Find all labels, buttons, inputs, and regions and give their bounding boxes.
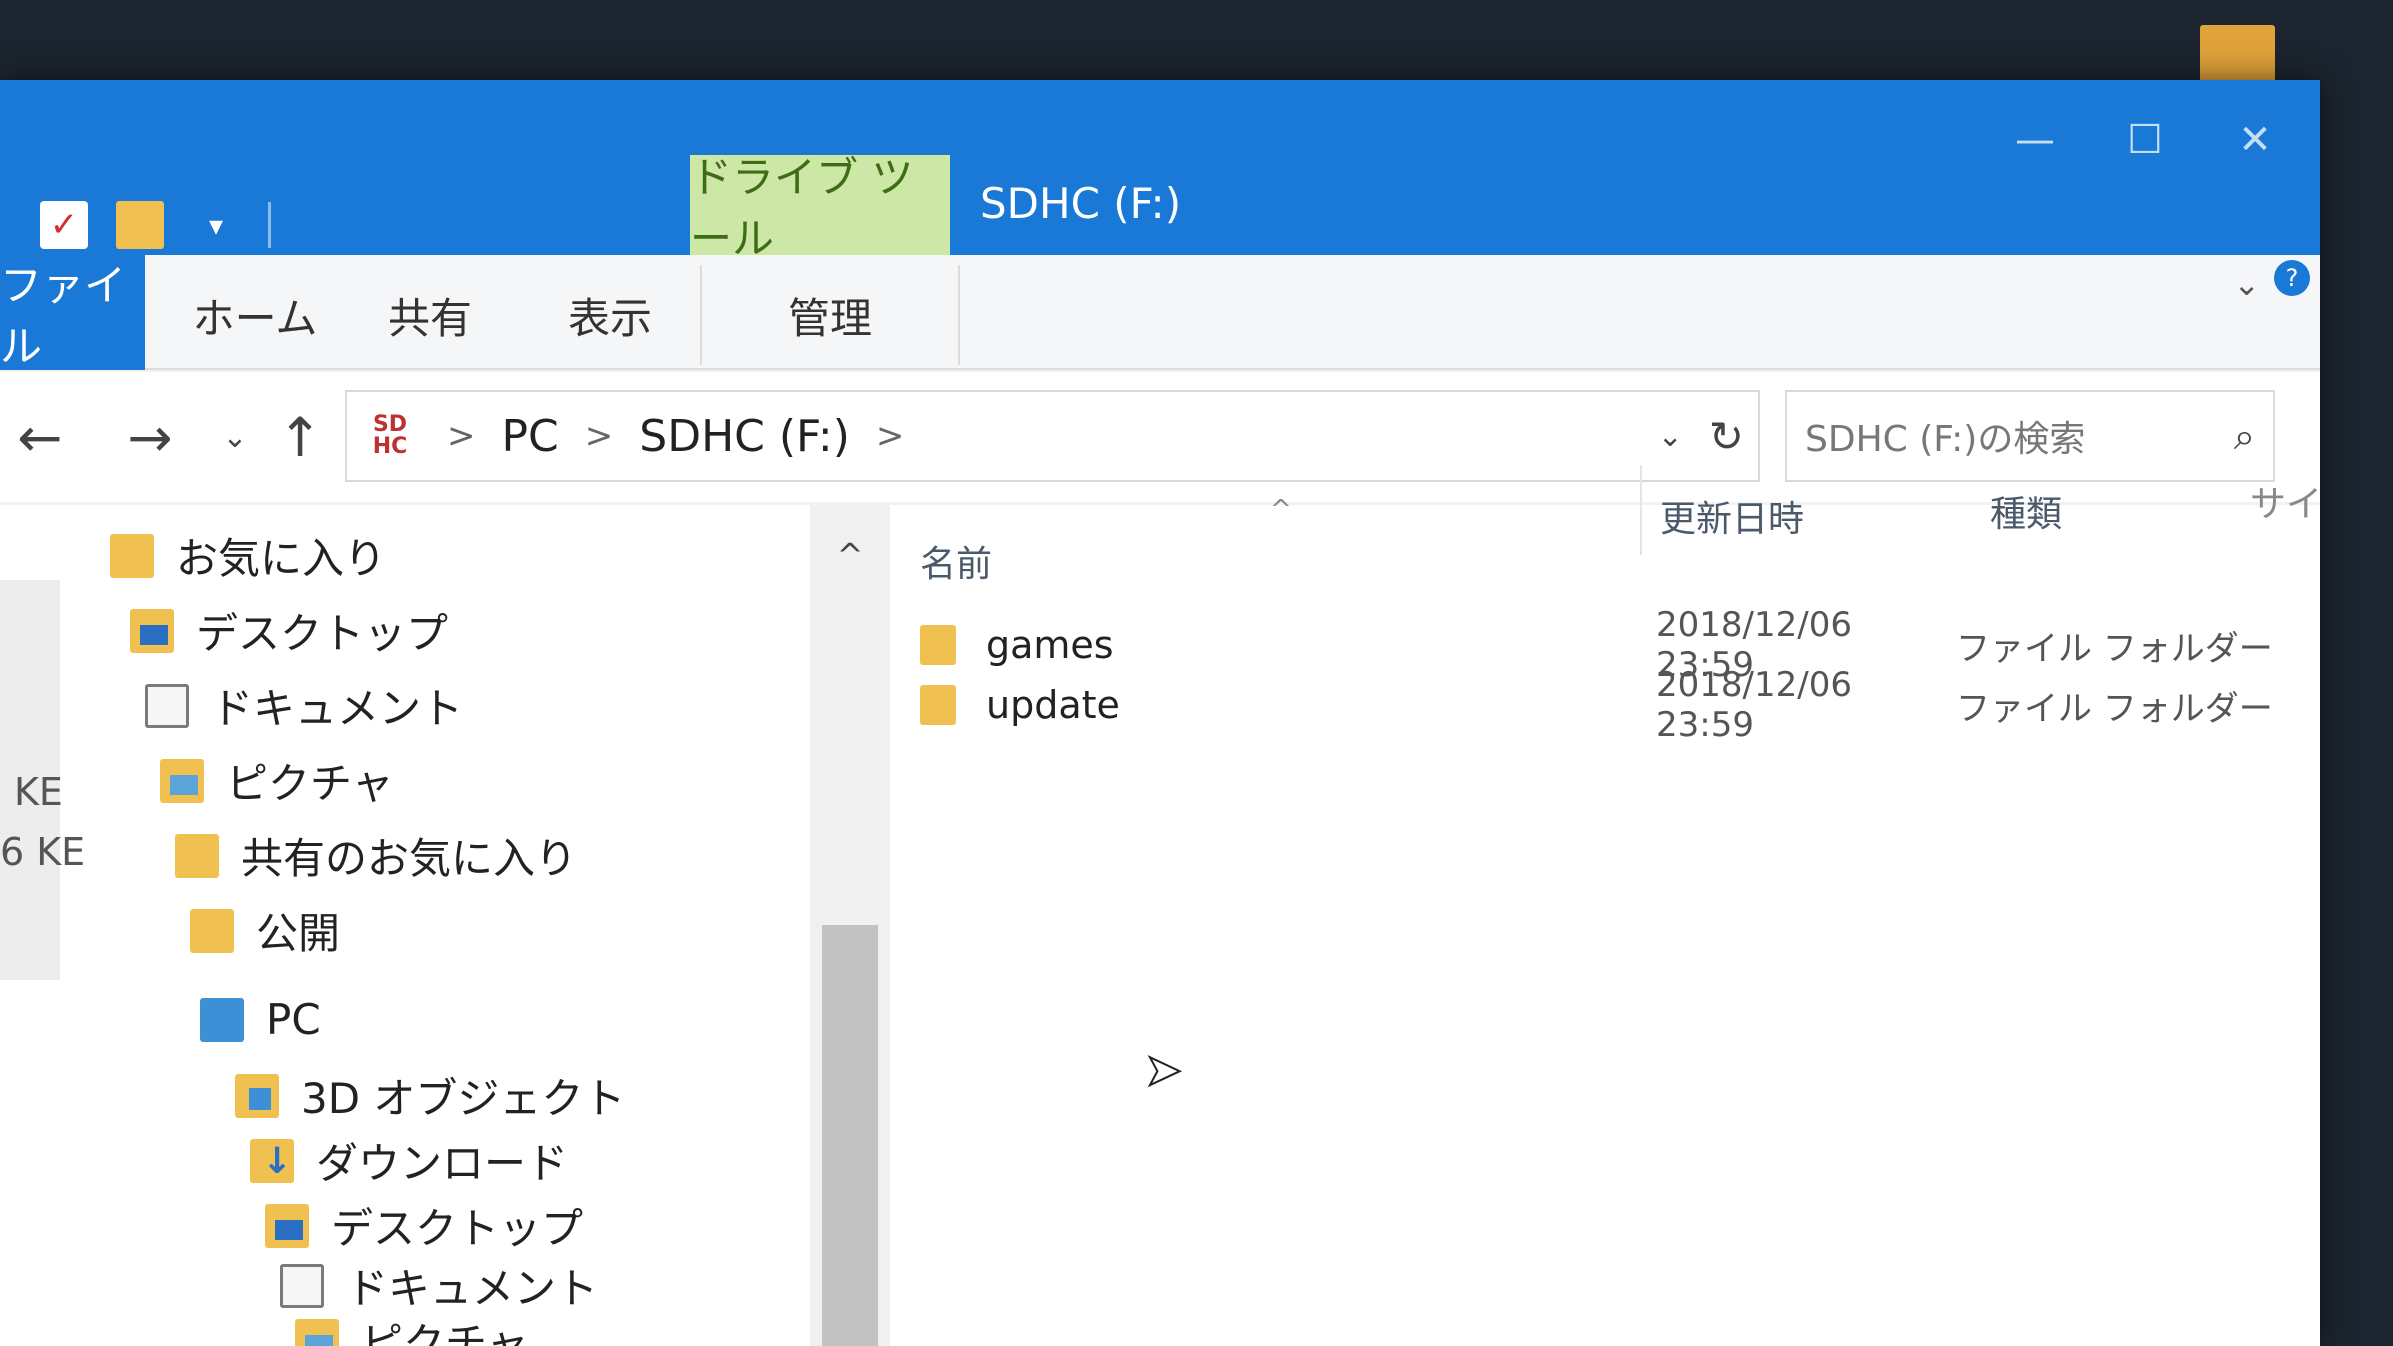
help-icon[interactable]: ? — [2274, 260, 2310, 296]
file-name: update — [986, 683, 1120, 727]
desktop-item — [2200, 25, 2275, 85]
3d-objects-icon — [235, 1073, 279, 1118]
nav-item-label: デスクトップ — [196, 609, 449, 658]
properties-icon[interactable]: ✓ — [40, 201, 88, 249]
documents-icon — [145, 683, 189, 728]
nav-item-shared-favorites[interactable]: 共有のお気に入り — [175, 825, 577, 886]
file-type: ファイル フォルダー — [1956, 628, 2273, 669]
breadcrumb-separator[interactable]: > — [447, 416, 476, 456]
breadcrumb-pc[interactable]: PC — [502, 411, 559, 462]
pc-icon — [200, 997, 244, 1042]
nav-item-label: 共有のお気に入り — [241, 834, 578, 883]
tab-manage[interactable]: 管理 — [700, 265, 960, 365]
folder-icon — [110, 533, 154, 578]
forward-button[interactable]: → — [110, 392, 190, 482]
nav-item-label: お気に入り — [176, 534, 387, 583]
refresh-icon[interactable]: ↻ — [1709, 412, 1744, 461]
file-row-update[interactable]: update 2018/12/06 23:59 ファイル フォルダー — [920, 665, 2300, 745]
nav-item-downloads[interactable]: ダウンロード — [250, 1130, 568, 1191]
file-row-games[interactable]: games 2018/12/06 23:59 ファイル フォルダー — [920, 605, 2300, 685]
column-header-name[interactable]: 名前 — [920, 535, 992, 587]
nav-item-favorites[interactable]: お気に入り — [110, 525, 386, 586]
nav-item-label: PC — [266, 995, 321, 1044]
nav-item-label: 公開 — [256, 909, 341, 958]
pictures-icon — [160, 758, 204, 803]
nav-item-desktop[interactable]: デスクトップ — [265, 1195, 583, 1256]
column-divider[interactable] — [1640, 465, 1642, 555]
expand-ribbon-icon[interactable]: ⌄ — [2233, 265, 2260, 303]
pictures-icon — [295, 1318, 339, 1346]
sd-card-icon: SD HC — [359, 405, 421, 467]
background-text: 6 KE — [0, 830, 86, 874]
tab-file[interactable]: ファイル — [0, 255, 145, 371]
navigation-pane: お気に入り デスクトップ ドキュメント ピクチャ 共有のお気に入り 公開 PC — [0, 505, 900, 1346]
file-explorer-window: ✓ ▾ ドライブ ツール SDHC (F:) — ☐ ✕ ファイル ホーム 共有… — [0, 80, 2320, 1346]
scroll-thumb[interactable] — [822, 925, 878, 1346]
address-bar[interactable]: SD HC > PC > SDHC (F:) > ⌄ ↻ — [345, 390, 1760, 482]
search-input[interactable]: SDHC (F:)の検索 ⌕ — [1785, 390, 2275, 482]
mouse-cursor-icon: ➤ — [1144, 1044, 1183, 1097]
up-button[interactable]: ↑ — [260, 392, 340, 482]
nav-item-label: ドキュメント — [346, 1264, 599, 1313]
address-dropdown-icon[interactable]: ⌄ — [1658, 419, 1683, 454]
search-icon[interactable]: ⌕ — [2234, 414, 2255, 459]
sd-card-icon-bottom-text: HC — [372, 434, 408, 459]
background-text: KE — [14, 770, 63, 814]
scroll-up-icon[interactable]: ^ — [810, 525, 890, 585]
tab-share[interactable]: 共有 — [370, 265, 490, 365]
file-name: games — [986, 623, 1114, 667]
drive-tools-tab[interactable]: ドライブ ツール — [690, 153, 950, 263]
sd-card-icon-top-text: SD — [372, 412, 408, 437]
file-date: 2018/12/06 23:59 — [1656, 665, 1852, 745]
documents-icon — [280, 1263, 324, 1308]
nav-item-label: ピクチャ — [361, 1319, 529, 1346]
folder-icon — [175, 833, 219, 878]
search-placeholder: SDHC (F:)の検索 — [1805, 419, 2086, 460]
nav-item-label: ドキュメント — [211, 684, 464, 733]
nav-scrollbar[interactable]: ^ — [810, 505, 890, 1346]
title-bar: ✓ ▾ ドライブ ツール SDHC (F:) — ☐ ✕ — [0, 80, 2320, 263]
breadcrumb-separator[interactable]: > — [876, 416, 905, 456]
file-type: ファイル フォルダー — [1956, 688, 2273, 729]
close-button[interactable]: ✕ — [2200, 100, 2310, 180]
folder-icon — [190, 908, 234, 953]
nav-item-pictures[interactable]: ピクチャ — [160, 750, 394, 811]
column-header-date[interactable]: 更新日時 — [1660, 490, 1804, 542]
window-title: SDHC (F:) — [980, 178, 1182, 228]
column-header-type[interactable]: 種類 — [1990, 485, 2062, 537]
folder-icon — [920, 685, 956, 725]
downloads-icon — [250, 1138, 294, 1183]
nav-item-desktop[interactable]: デスクトップ — [130, 600, 448, 661]
navigation-bar: ← → ⌄ ↑ SD HC > PC > SDHC (F:) > ⌄ ↻ SDH… — [0, 372, 2320, 502]
tab-view[interactable]: 表示 — [550, 265, 670, 365]
nav-item-3d-objects[interactable]: 3D オブジェクト — [235, 1065, 625, 1126]
nav-item-documents[interactable]: ドキュメント — [145, 675, 463, 736]
desktop-icon — [130, 608, 174, 653]
nav-item-label: ダウンロード — [316, 1139, 569, 1188]
nav-item-label: デスクトップ — [331, 1204, 584, 1253]
minimize-button[interactable]: — — [1980, 100, 2090, 180]
maximize-button[interactable]: ☐ — [2090, 100, 2200, 180]
customize-toolbar-icon[interactable]: ▾ — [192, 201, 240, 249]
nav-item-label: 3D オブジェクト — [301, 1074, 626, 1123]
toolbar-divider — [268, 202, 271, 248]
column-header-size[interactable]: サイ — [2250, 475, 2320, 527]
nav-item-documents[interactable]: ドキュメント — [280, 1255, 598, 1316]
quick-access-toolbar: ✓ ▾ — [40, 195, 271, 255]
breadcrumb-sdhc[interactable]: SDHC (F:) — [639, 411, 850, 462]
new-folder-icon[interactable] — [116, 201, 164, 249]
sort-ascending-icon: ^ — [1270, 495, 1292, 525]
nav-item-label: ピクチャ — [226, 759, 394, 808]
nav-item-pictures[interactable]: ピクチャ — [295, 1310, 529, 1346]
file-list: 名前 ^ 更新日時 種類 サイ games 2018/12/06 23:59 フ… — [900, 465, 2320, 1346]
folder-icon — [920, 625, 956, 665]
breadcrumb-separator[interactable]: > — [585, 416, 614, 456]
desktop-icon — [265, 1203, 309, 1248]
ribbon-tabs: ファイル ホーム 共有 表示 管理 ⌄ ? — [0, 255, 2320, 371]
nav-item-public[interactable]: 公開 — [190, 900, 340, 961]
tab-home[interactable]: ホーム — [180, 265, 330, 365]
back-button[interactable]: ← — [0, 392, 80, 482]
nav-item-pc[interactable]: PC — [200, 995, 321, 1044]
